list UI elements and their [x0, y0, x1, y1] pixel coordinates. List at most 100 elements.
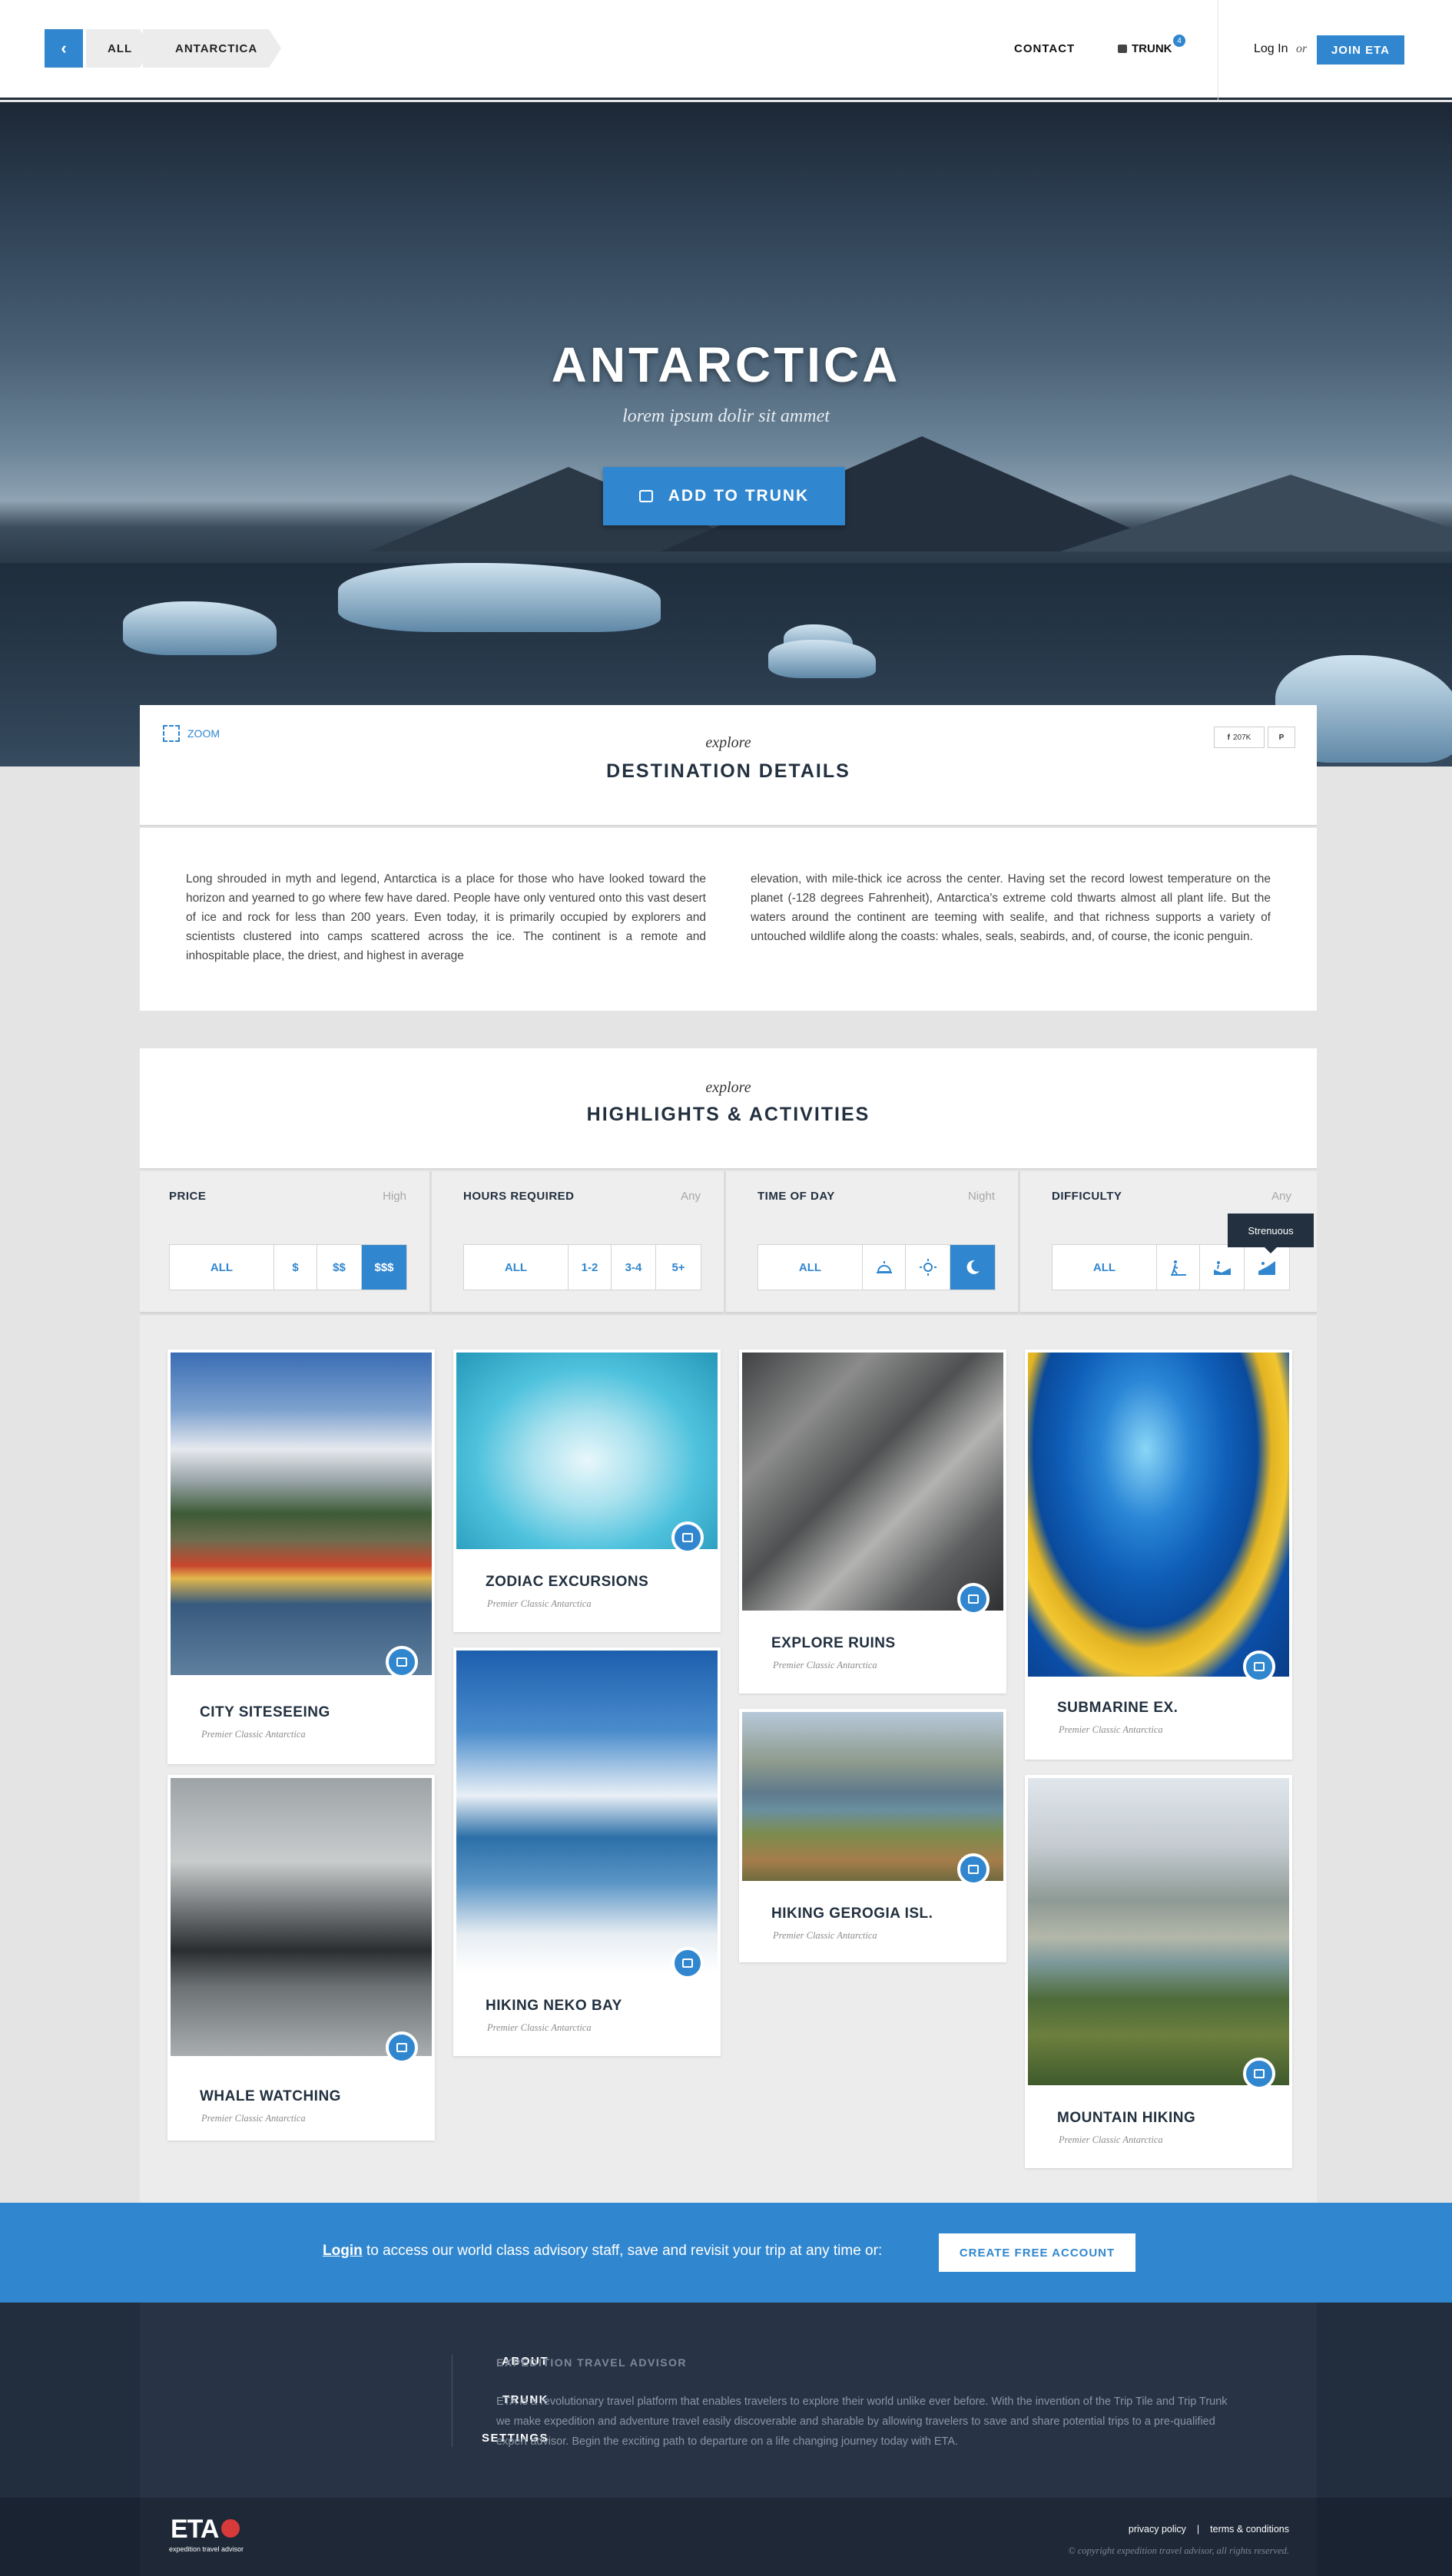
terms-link[interactable]: terms & conditions [1210, 2524, 1289, 2535]
filter-label: DIFFICULTY [1052, 1190, 1122, 1203]
destination-details-header: ZOOM explore DESTINATION DETAILS f 207K P [140, 705, 1317, 826]
description-right: elevation, with mile-thick ice across th… [751, 872, 1271, 943]
tile-title: ZODIAC EXCURSIONS [486, 1574, 649, 1590]
legal-separator: | [1196, 2524, 1200, 2535]
description-left: Long shrouded in myth and legend, Antarc… [186, 872, 706, 962]
price-option-3[interactable]: $$$ [362, 1245, 406, 1290]
tile-title: HIKING NEKO BAY [486, 1998, 622, 2014]
filter-value: Any [681, 1190, 701, 1203]
bottom-bar-inner: ETA expedition travel advisor privacy po… [140, 2498, 1317, 2576]
explore-kicker: explore [705, 734, 751, 751]
time-segmented-control: ALL [757, 1244, 996, 1290]
filter-bar: PRICE High ALL $ $$ $$$ HOURS REQUIRED A… [140, 1171, 1317, 1314]
cta-message: Login to access our world class advisory… [323, 2243, 882, 2260]
activity-grid: CITY SITESEEING Premier Classic Antarcti… [140, 1316, 1317, 2203]
sunrise-icon[interactable] [863, 1245, 906, 1290]
add-to-trunk-icon[interactable] [386, 1646, 418, 1678]
price-option-1[interactable]: $ [274, 1245, 317, 1290]
trunk-count-badge: 4 [1173, 35, 1185, 47]
add-to-trunk-icon[interactable] [957, 1853, 990, 1886]
footer-divider [452, 2355, 453, 2447]
filter-label: HOURS REQUIRED [463, 1190, 575, 1203]
tile-title: CITY SITESEEING [200, 1704, 330, 1720]
ruins-photo [742, 1353, 1003, 1611]
moderate-hike-icon[interactable] [1200, 1245, 1245, 1290]
signup-cta-bar: Login to access our world class advisory… [0, 2203, 1452, 2303]
footer-inner: ABOUT TRUNK SETTINGS EXPEDITION TRAVEL A… [140, 2303, 1317, 2498]
add-to-trunk-icon[interactable] [957, 1583, 990, 1615]
add-to-trunk-icon[interactable] [1243, 1651, 1275, 1683]
difficulty-tooltip: Strenuous [1228, 1214, 1314, 1253]
add-to-trunk-icon[interactable] [1243, 2058, 1275, 2090]
back-button[interactable]: ‹ [45, 29, 83, 68]
add-to-trunk-icon[interactable] [671, 1521, 704, 1554]
moon-icon[interactable] [950, 1245, 995, 1290]
nav-trunk[interactable]: TRUNK [1118, 42, 1172, 55]
activity-tile[interactable]: WHALE WATCHING Premier Classic Antarctic… [167, 1775, 435, 2141]
cta-login-link[interactable]: Login [323, 2243, 363, 2259]
create-account-button[interactable]: CREATE FREE ACCOUNT [939, 2233, 1135, 2272]
breadcrumb-all[interactable]: ALL [86, 29, 140, 68]
login-link[interactable]: Log In [1254, 42, 1288, 56]
activity-tile[interactable]: EXPLORE RUINS Premier Classic Antarctica [739, 1349, 1006, 1694]
activity-tile[interactable]: HIKING NEKO BAY Premier Classic Antarcti… [453, 1647, 721, 2056]
legal-links: privacy policy | terms & conditions [1129, 2524, 1289, 2535]
add-to-trunk-button[interactable]: ADD TO TRUNK [603, 467, 845, 525]
filter-price: PRICE High ALL $ $$ $$$ [140, 1171, 432, 1314]
join-button[interactable]: JOIN ETA [1317, 35, 1404, 65]
activity-tile[interactable]: ZODIAC EXCURSIONS Premier Classic Antarc… [453, 1349, 721, 1632]
hours-option-3-4[interactable]: 3-4 [612, 1245, 656, 1290]
submarine-photo [1028, 1353, 1289, 1677]
whale-photo [171, 1778, 432, 2056]
nav-contact[interactable]: CONTACT [1014, 42, 1075, 55]
pinterest-share-button[interactable]: P [1268, 727, 1295, 748]
tile-subtitle: Premier Classic Antarctica [487, 1598, 592, 1609]
time-option-all[interactable]: ALL [758, 1245, 863, 1290]
pinterest-icon: P [1278, 733, 1285, 742]
hours-option-1-2[interactable]: 1-2 [569, 1245, 612, 1290]
cta-text: to access our world class advisory staff… [362, 2243, 883, 2259]
bottom-bar: ETA expedition travel advisor privacy po… [0, 2498, 1452, 2576]
breadcrumb-antarctica[interactable]: ANTARCTICA [143, 29, 269, 68]
add-to-trunk-label: ADD TO TRUNK [668, 487, 810, 505]
add-to-trunk-icon[interactable] [386, 2031, 418, 2064]
activity-tile[interactable]: MOUNTAIN HIKING Premier Classic Antarcti… [1025, 1775, 1292, 2168]
footer: ABOUT TRUNK SETTINGS EXPEDITION TRAVEL A… [0, 2303, 1452, 2498]
tile-title: WHALE WATCHING [200, 2088, 341, 2104]
eta-logo[interactable]: ETA [171, 2515, 219, 2545]
difficulty-option-all[interactable]: ALL [1053, 1245, 1157, 1290]
hours-option-all[interactable]: ALL [464, 1245, 569, 1290]
mountain-photo [1028, 1778, 1289, 2085]
facebook-share-button[interactable]: f 207K [1214, 727, 1265, 748]
price-option-2[interactable]: $$ [317, 1245, 362, 1290]
tile-subtitle: Premier Classic Antarctica [1059, 1724, 1163, 1735]
activity-tile[interactable]: CITY SITESEEING Premier Classic Antarcti… [167, 1349, 435, 1764]
section-title: HIGHLIGHTS & ACTIVITIES [586, 1104, 870, 1125]
filter-value: Any [1271, 1190, 1291, 1203]
mountain-shape [1060, 475, 1452, 551]
copyright: © copyright expedition travel advisor, a… [1068, 2545, 1289, 2556]
tile-subtitle: Premier Classic Antarctica [487, 2022, 592, 2033]
hours-option-5plus[interactable]: 5+ [656, 1245, 701, 1290]
destination-description: Long shrouded in myth and legend, Antarc… [140, 828, 1317, 1011]
tile-subtitle: Premier Classic Antarctica [201, 2113, 306, 2124]
activity-tile[interactable]: HIKING GEROGIA ISL. Premier Classic Anta… [739, 1709, 1006, 1962]
site-header: ‹ ALL ANTARCTICA CONTACT TRUNK 4 Log In … [0, 0, 1452, 100]
sun-icon[interactable] [906, 1245, 950, 1290]
chevron-left-icon: ‹ [61, 38, 67, 58]
privacy-link[interactable]: privacy policy [1129, 2524, 1186, 2535]
or-text: or [1296, 42, 1308, 55]
filter-label: TIME OF DAY [757, 1190, 835, 1203]
hero-image: ANTARCTICA lorem ipsum dolir sit ammet A… [0, 102, 1452, 767]
neko-bay-photo [456, 1651, 718, 1973]
add-to-trunk-icon[interactable] [671, 1947, 704, 1979]
activity-tile[interactable]: SUBMARINE EX. Premier Classic Antarctica [1025, 1349, 1292, 1760]
tile-title: EXPLORE RUINS [771, 1635, 896, 1651]
price-segmented-control: ALL $ $$ $$$ [169, 1244, 407, 1290]
zodiac-photo [456, 1353, 718, 1549]
tile-subtitle: Premier Classic Antarctica [773, 1660, 877, 1670]
easy-hike-icon[interactable] [1157, 1245, 1200, 1290]
facebook-icon: f [1227, 733, 1230, 742]
price-option-all[interactable]: ALL [170, 1245, 274, 1290]
filter-time-of-day: TIME OF DAY Night ALL [728, 1171, 1020, 1314]
